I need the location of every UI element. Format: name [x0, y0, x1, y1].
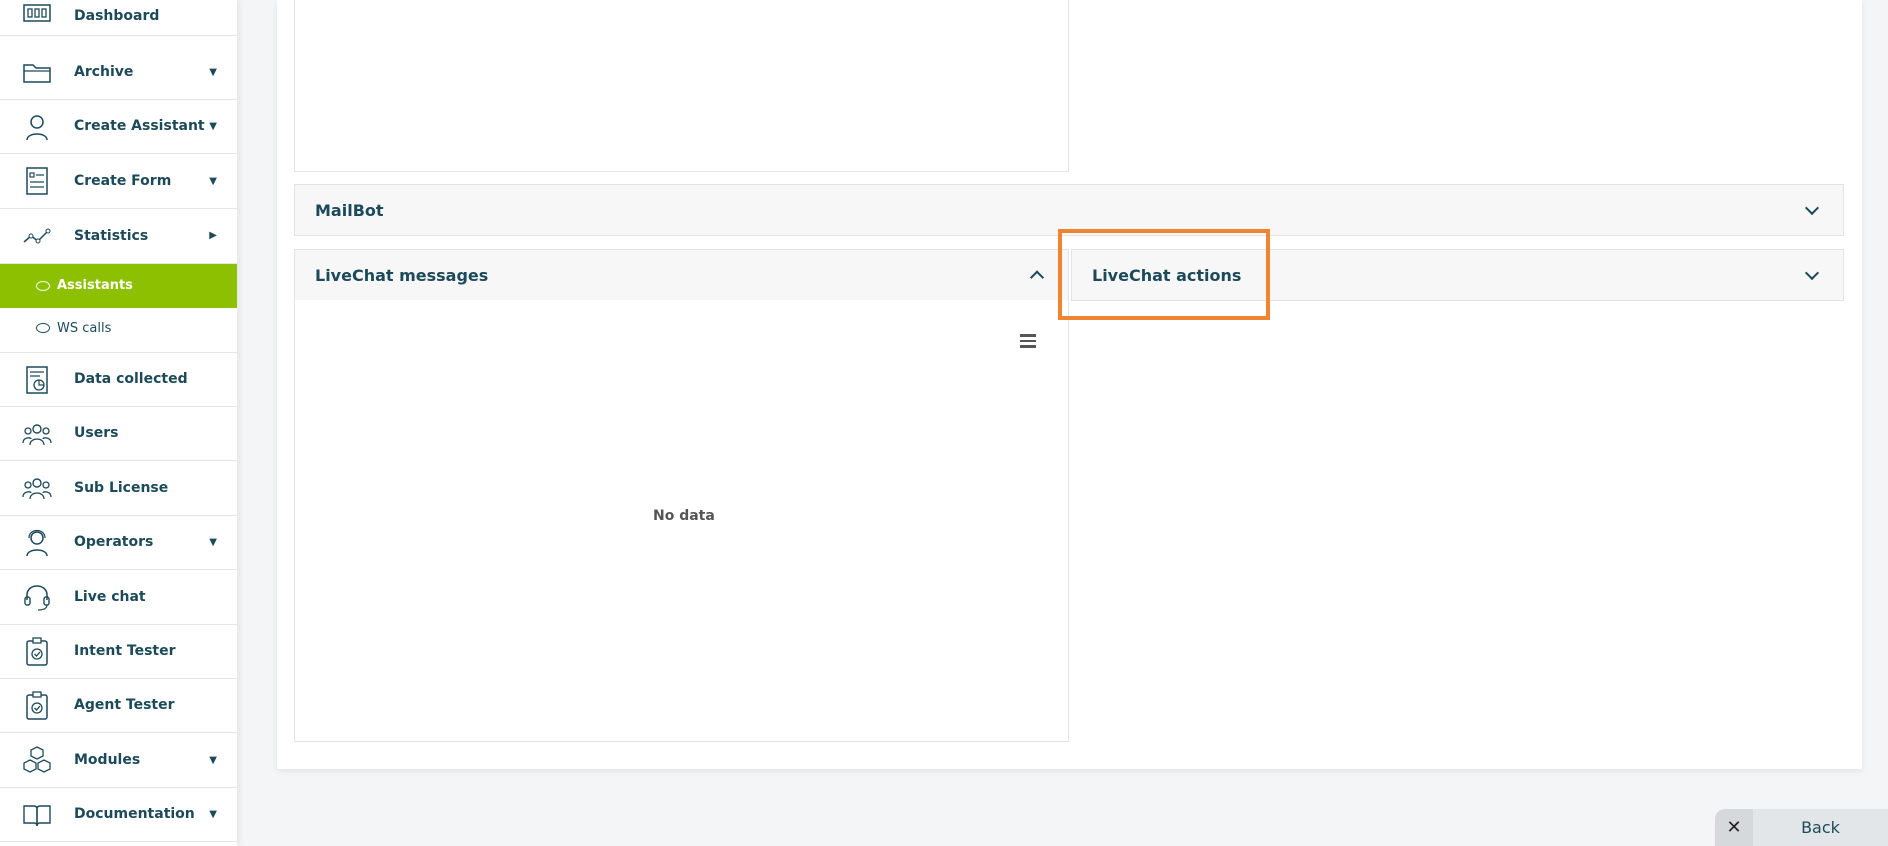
sidebar-item-dashboard[interactable]: Dashboard	[0, 0, 237, 36]
chevron-down-icon: ▼	[209, 67, 217, 78]
sidebar-item-agent-tester[interactable]: Agent Tester	[0, 679, 237, 733]
sidebar-item-modules[interactable]: Modules ▼	[0, 733, 237, 788]
data-collected-icon	[22, 365, 52, 395]
clipboard-check-icon	[22, 637, 52, 667]
sidebar-item-documentation[interactable]: Documentation ▼	[0, 788, 237, 842]
sidebar-item-label: Modules	[74, 752, 141, 768]
operators-icon	[22, 528, 52, 558]
clipboard-check-icon	[22, 691, 52, 721]
section-livechat-messages[interactable]: LiveChat messages	[294, 249, 1069, 301]
chevron-right-icon: ▶	[209, 230, 217, 241]
chevron-down-icon: ▼	[209, 809, 217, 820]
sidebar-subitem-label: Assistants	[57, 278, 133, 293]
sidebar-subitem-label: WS calls	[57, 321, 112, 336]
chevron-down-icon: ▼	[209, 755, 217, 766]
sidebar-item-label: Archive	[74, 64, 134, 80]
chevron-down-icon: ▼	[209, 176, 217, 187]
sidebar-item-operators[interactable]: Operators ▼	[0, 516, 237, 570]
folder-icon	[22, 57, 52, 87]
oval-icon	[36, 281, 50, 291]
sidebar-subitem-assistants[interactable]: Assistants	[0, 264, 237, 308]
sidebar-item-label: Create Assistant	[74, 118, 205, 134]
section-livechat-actions[interactable]: LiveChat actions	[1071, 249, 1844, 301]
sidebar-item-label: Documentation	[74, 806, 195, 822]
sidebar-item-label: Users	[74, 425, 119, 441]
chevron-up-icon	[1029, 270, 1045, 285]
chart-panel-top	[294, 0, 1069, 172]
chart-menu-icon[interactable]	[1020, 334, 1036, 348]
sidebar-item-label: Data collected	[74, 371, 188, 387]
section-title: LiveChat messages	[315, 265, 489, 285]
form-icon	[22, 166, 52, 196]
main-card: MailBot LiveChat messages No data LiveCh…	[277, 0, 1862, 769]
chevron-down-icon: ▼	[209, 537, 217, 548]
assistant-icon	[22, 112, 52, 142]
headset-icon	[22, 582, 52, 612]
section-title: MailBot	[315, 200, 384, 220]
sidebar-item-intent-tester[interactable]: Intent Tester	[0, 625, 237, 679]
sidebar-item-sub-license[interactable]: Sub License	[0, 461, 237, 516]
sidebar-item-data-collected[interactable]: Data collected	[0, 353, 237, 407]
sidebar-item-label: Live chat	[74, 589, 146, 605]
sidebar-item-label: Dashboard	[74, 8, 160, 24]
sidebar-item-statistics[interactable]: Statistics ▶	[0, 209, 237, 264]
sidebar-item-label: Create Form	[74, 173, 172, 189]
livechat-messages-chart: No data	[294, 300, 1069, 742]
sidebar-item-label: Operators	[74, 534, 154, 550]
dashboard-icon	[22, 0, 52, 28]
close-icon[interactable]: ✕	[1715, 809, 1753, 846]
sidebar-item-label: Statistics	[74, 228, 149, 244]
section-title: LiveChat actions	[1092, 265, 1242, 285]
sidebar-item-live-chat[interactable]: Live chat	[0, 570, 237, 625]
cubes-icon	[22, 745, 52, 775]
oval-icon	[36, 323, 50, 333]
book-icon	[22, 800, 52, 830]
section-mailbot[interactable]: MailBot	[294, 184, 1844, 236]
statistics-icon	[22, 221, 52, 251]
chevron-down-icon: ▼	[209, 121, 217, 132]
sidebar-item-archive[interactable]: Archive ▼	[0, 45, 237, 100]
sidebar-item-create-assistant[interactable]: Create Assistant ▼	[0, 100, 237, 154]
back-button[interactable]: Back	[1753, 809, 1888, 846]
back-bar: ✕ Back	[1715, 809, 1888, 846]
sidebar-item-label: Agent Tester	[74, 697, 175, 713]
sidebar: Dashboard Archive ▼ Create Assistant ▼ C…	[0, 0, 237, 846]
users-icon	[22, 419, 52, 449]
sidebar-item-create-form[interactable]: Create Form ▼	[0, 154, 237, 209]
sidebar-subitem-ws-calls[interactable]: WS calls	[0, 308, 237, 353]
sidebar-item-users[interactable]: Users	[0, 407, 237, 461]
chevron-down-icon	[1804, 265, 1820, 281]
sidebar-item-label: Sub License	[74, 480, 169, 496]
chevron-down-icon	[1804, 200, 1820, 216]
no-data-text: No data	[653, 508, 715, 524]
sub-license-icon	[22, 473, 52, 503]
sidebar-item-label: Intent Tester	[74, 643, 176, 659]
